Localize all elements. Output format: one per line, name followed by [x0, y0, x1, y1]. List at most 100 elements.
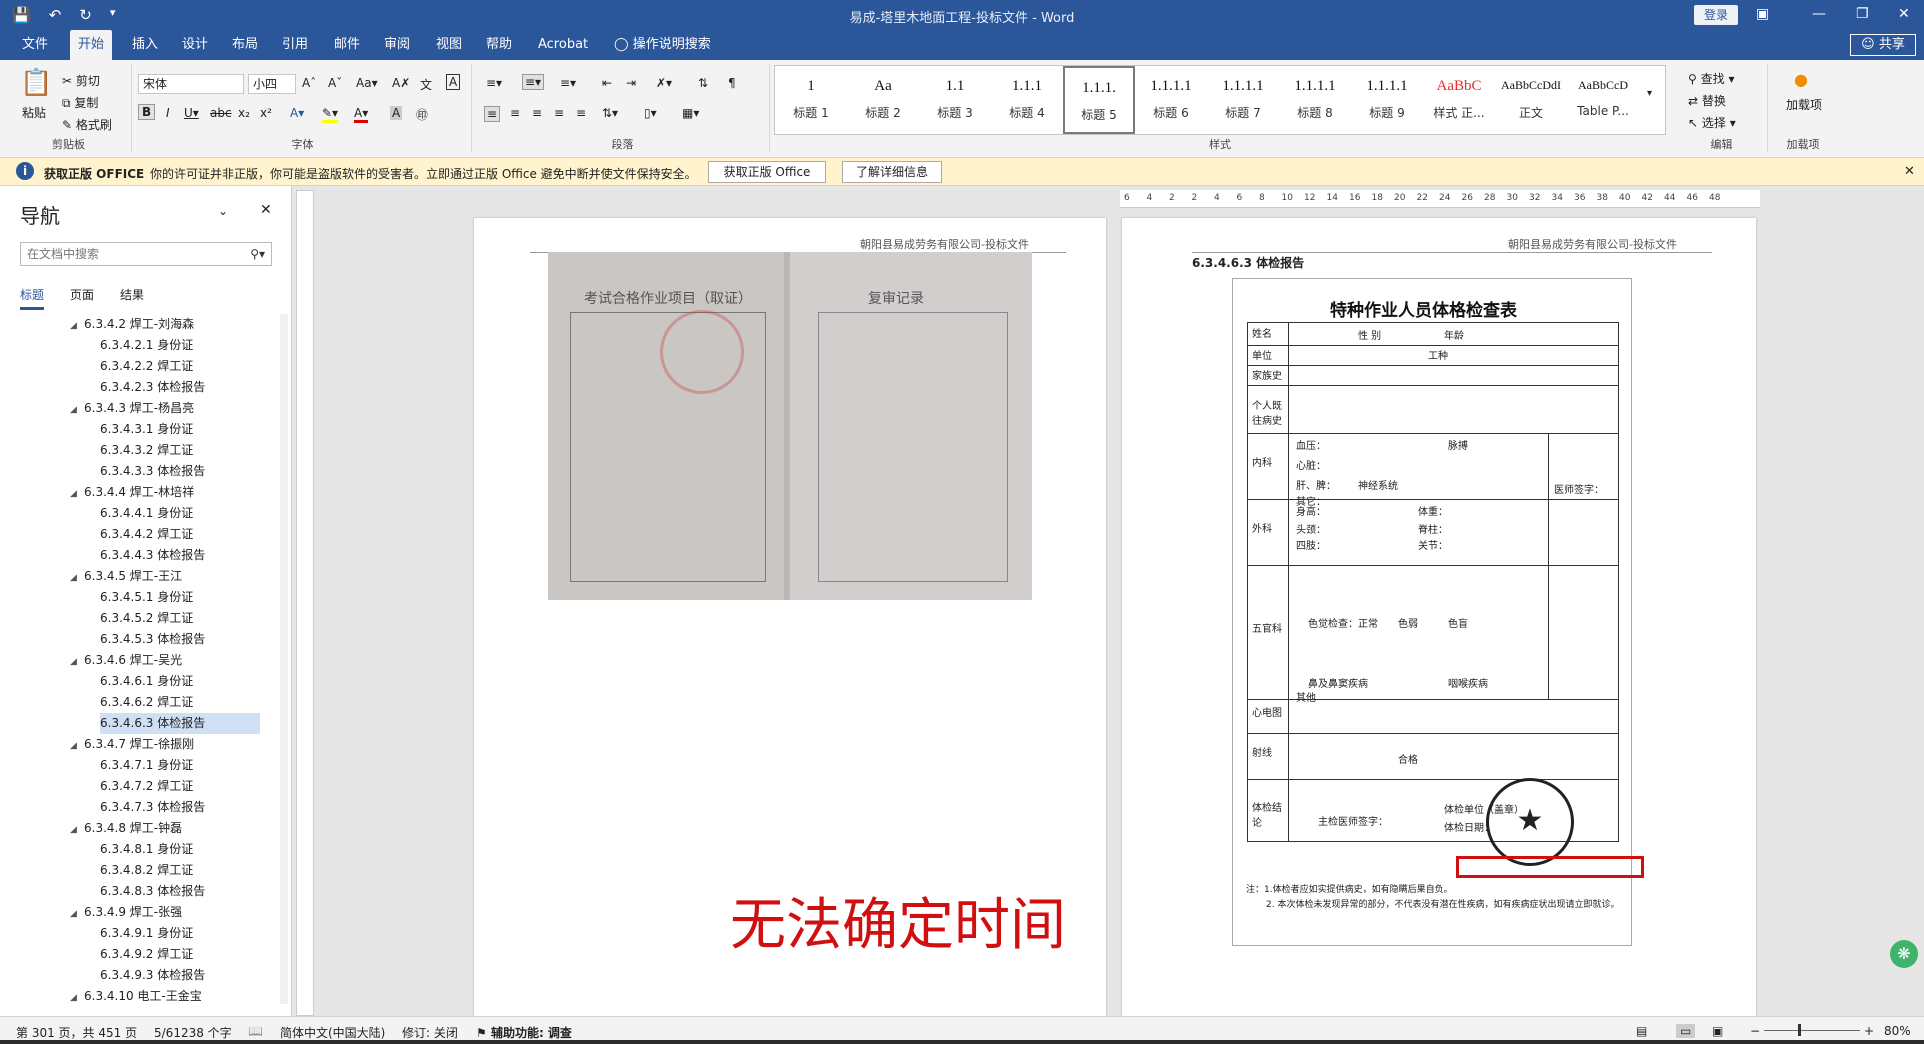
tab-mailings[interactable]: 邮件 [326, 30, 368, 60]
read-mode-icon[interactable]: ▤ [1636, 1024, 1647, 1038]
format-painter-button[interactable]: ✎ 格式刷 [62, 116, 112, 133]
nav-heading-item[interactable]: ◢ 6.3.4.4 焊工-林培祥 [70, 482, 194, 503]
font-name-select[interactable]: 宋体 [138, 74, 244, 94]
ribbon-display-icon[interactable]: ▣ [1756, 6, 1769, 22]
learn-more-button[interactable]: 了解详细信息 [842, 161, 942, 183]
nav-subheading-item[interactable]: 6.3.4.5.3 体检报告 [100, 629, 205, 650]
align-right-icon[interactable]: ≡ [532, 106, 542, 120]
nav-subheading-item[interactable]: 6.3.4.8.1 身份证 [100, 839, 193, 860]
accessibility[interactable]: ⚑ 辅助功能: 调查 [476, 1024, 572, 1041]
highlight-icon[interactable]: ✎▾ [322, 106, 339, 123]
collapse-arrow-icon[interactable]: ◢ [70, 484, 84, 505]
style-heading-3[interactable]: 1.1 标题 3 [919, 66, 991, 134]
style-table-p[interactable]: AaBbCcD Table P... [1567, 66, 1639, 134]
addins-button[interactable]: 加载项 [1784, 96, 1824, 113]
borders-icon[interactable]: ▦▾ [682, 106, 699, 120]
zoom-out-icon[interactable]: − [1750, 1024, 1760, 1038]
nav-subheading-item[interactable]: 6.3.4.2.1 身份证 [100, 335, 193, 356]
collapse-arrow-icon[interactable]: ◢ [70, 400, 84, 421]
nav-tab-pages[interactable]: 页面 [70, 286, 94, 303]
change-case-icon[interactable]: Aa▾ [356, 76, 378, 90]
minimize-icon[interactable]: — [1812, 6, 1826, 22]
find-button[interactable]: ⚲ 查找 ▾ [1688, 70, 1734, 87]
tab-insert[interactable]: 插入 [124, 30, 166, 60]
style-heading-1[interactable]: 1 标题 1 [775, 66, 847, 134]
tell-me-search[interactable]: ◯ 操作说明搜索 [606, 30, 719, 60]
collapse-arrow-icon[interactable]: ◢ [70, 316, 84, 337]
nav-heading-item[interactable]: ◢ 6.3.4.9 焊工-张强 [70, 902, 182, 923]
nav-subheading-item[interactable]: 6.3.4.9.3 体检报告 [100, 965, 205, 986]
get-genuine-button[interactable]: 获取正版 Office [708, 161, 826, 183]
nav-subheading-item[interactable]: 6.3.4.3.3 体检报告 [100, 461, 205, 482]
web-layout-icon[interactable]: ▣ [1712, 1024, 1723, 1038]
distributed-icon[interactable]: ≡ [576, 106, 586, 120]
strikethrough-button[interactable]: abc [210, 106, 232, 120]
assistant-icon[interactable]: ❋ [1890, 940, 1918, 968]
nav-subheading-item[interactable]: 6.3.4.5.1 身份证 [100, 587, 193, 608]
cut-button[interactable]: ✂ 剪切 [62, 72, 100, 89]
style-normal[interactable]: AaBbCcDdI 正文 [1495, 66, 1567, 134]
nav-subheading-item[interactable]: 6.3.4.7.2 焊工证 [100, 776, 193, 797]
collapse-arrow-icon[interactable]: ◢ [70, 988, 84, 1004]
nav-heading-item[interactable]: ◢ 6.3.4.8 焊工-钟磊 [70, 818, 182, 839]
nav-subheading-item[interactable]: 6.3.4.2.3 体检报告 [100, 377, 205, 398]
nav-heading-item[interactable]: ◢ 6.3.4.3 焊工-杨昌亮 [70, 398, 194, 419]
language[interactable]: 简体中文(中国大陆) [280, 1024, 385, 1041]
word-count[interactable]: 5/61238 个字 [154, 1024, 232, 1041]
collapse-arrow-icon[interactable]: ◢ [70, 904, 84, 925]
share-button[interactable]: ☺ 共享 [1850, 34, 1916, 56]
underline-button[interactable]: U▾ [184, 106, 199, 120]
increase-indent-icon[interactable]: ⇥ [626, 76, 636, 90]
justify-icon[interactable]: ≡ [554, 106, 564, 120]
nav-search-input[interactable]: 在文档中搜索 ⚲▾ [20, 242, 272, 266]
close-icon[interactable]: ✕ [1898, 6, 1910, 22]
nav-tab-headings[interactable]: 标题 [20, 286, 45, 310]
bullets-icon[interactable]: ≡▾ [486, 76, 502, 90]
maximize-icon[interactable]: ❐ [1856, 6, 1869, 22]
clear-format-icon[interactable]: A✗ [392, 76, 410, 90]
addins-icon[interactable]: ● [1794, 70, 1808, 89]
nav-heading-item[interactable]: ◢ 6.3.4.6 焊工-吴光 [70, 650, 182, 671]
shrink-font-icon[interactable]: Aˇ [328, 76, 342, 90]
nav-close-icon[interactable]: ✕ [260, 202, 272, 218]
tab-references[interactable]: 引用 [274, 30, 316, 60]
tab-review[interactable]: 审阅 [376, 30, 418, 60]
search-icon[interactable]: ⚲▾ [250, 243, 265, 265]
style-zheng[interactable]: AaBbC 样式 正... [1423, 66, 1495, 134]
styles-more-icon[interactable]: ▾ [1647, 88, 1652, 99]
tab-file[interactable]: 文件 [14, 30, 56, 60]
char-border-icon[interactable]: A [446, 74, 461, 90]
align-center-icon[interactable]: ≡ [510, 106, 520, 120]
collapse-arrow-icon[interactable]: ◢ [70, 820, 84, 841]
zoom-thumb[interactable] [1798, 1024, 1801, 1036]
nav-subheading-item[interactable]: 6.3.4.4.3 体检报告 [100, 545, 205, 566]
multilevel-list-icon[interactable]: ≡▾ [560, 76, 576, 90]
nav-subheading-item[interactable]: 6.3.4.3.1 身份证 [100, 419, 193, 440]
tab-design[interactable]: 设计 [174, 30, 216, 60]
bold-button[interactable]: B [138, 104, 156, 120]
decrease-indent-icon[interactable]: ⇤ [602, 76, 612, 90]
nav-subheading-item[interactable]: 6.3.4.7.1 身份证 [100, 755, 193, 776]
line-spacing-icon[interactable]: ⇅▾ [602, 106, 618, 120]
nav-subheading-item[interactable]: 6.3.4.8.3 体检报告 [100, 881, 205, 902]
style-heading-8[interactable]: 1.1.1.1 标题 8 [1279, 66, 1351, 134]
nav-subheading-item[interactable]: 6.3.4.6.1 身份证 [100, 671, 193, 692]
style-heading-9[interactable]: 1.1.1.1 标题 9 [1351, 66, 1423, 134]
superscript-button[interactable]: x² [260, 106, 272, 120]
phonetic-icon[interactable]: 文 [420, 76, 432, 93]
nav-subheading-item[interactable]: 6.3.4.5.2 焊工证 [100, 608, 193, 629]
style-heading-4[interactable]: 1.1.1 标题 4 [991, 66, 1063, 134]
collapse-arrow-icon[interactable]: ◢ [70, 736, 84, 757]
grow-font-icon[interactable]: Aˆ [302, 76, 316, 90]
paste-icon[interactable]: 📋 [20, 68, 52, 98]
track-changes[interactable]: 修订: 关闭 [402, 1024, 458, 1041]
style-heading-2[interactable]: Aa 标题 2 [847, 66, 919, 134]
collapse-arrow-icon[interactable]: ◢ [70, 568, 84, 589]
select-button[interactable]: ↖ 选择 ▾ [1688, 114, 1736, 131]
nav-subheading-item[interactable]: 6.3.4.6.3 体检报告 [100, 713, 260, 734]
nav-subheading-item[interactable]: 6.3.4.4.1 身份证 [100, 503, 193, 524]
nav-heading-item[interactable]: ◢ 6.3.4.7 焊工-徐振刚 [70, 734, 194, 755]
page-count[interactable]: 第 301 页，共 451 页 [16, 1024, 137, 1041]
chinese-layout-icon[interactable]: ✗▾ [656, 76, 672, 90]
replace-button[interactable]: ⇄ 替换 [1688, 92, 1726, 109]
